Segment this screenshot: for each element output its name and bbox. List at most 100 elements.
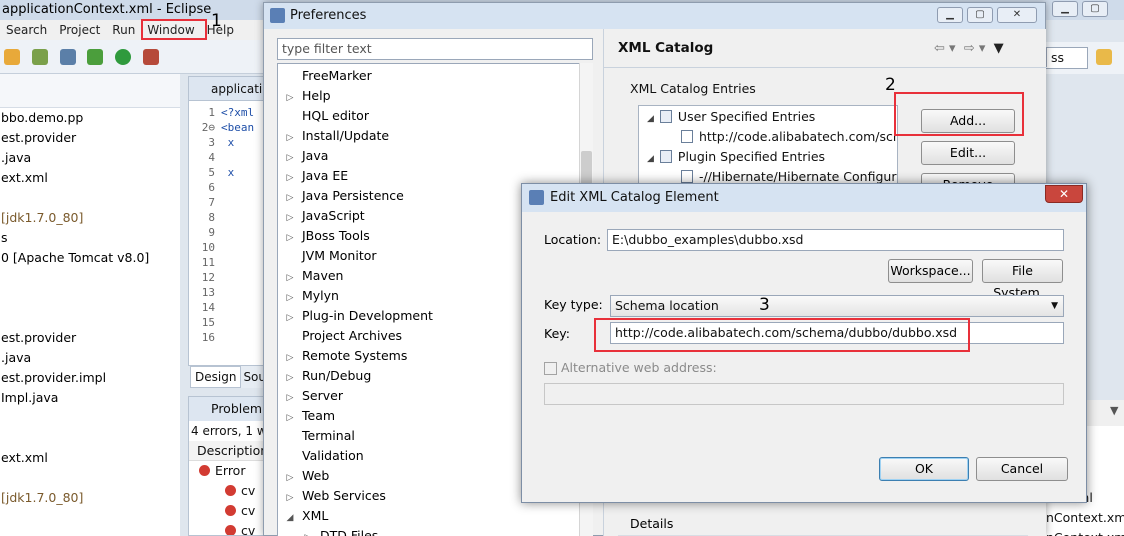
project-tree-item[interactable]: est.provider xyxy=(0,128,180,148)
problems-tab[interactable]: Problem xyxy=(189,397,267,421)
expand-arrow-icon[interactable]: ▷ xyxy=(278,288,302,308)
project-tree-item[interactable] xyxy=(0,468,180,488)
project-tree-item[interactable]: [jdk1.7.0_80] xyxy=(0,488,180,508)
alternative-address-checkbox[interactable] xyxy=(544,362,557,375)
catalog-entry[interactable]: ◢ User Specified Entries xyxy=(639,107,897,127)
catalog-entry[interactable]: http://code.alibabatech.com/schema xyxy=(639,127,897,147)
editor-tab[interactable]: applicati xyxy=(189,77,267,101)
preferences-tree-item[interactable]: ◢ XML xyxy=(278,506,592,526)
editor-line[interactable]: 10 xyxy=(189,240,267,255)
editor-line[interactable]: 7 xyxy=(189,195,267,210)
expand-arrow-icon[interactable]: ▷ xyxy=(278,148,302,168)
edit-dialog-close-icon[interactable]: ✕ xyxy=(1045,185,1083,203)
cancel-button[interactable]: Cancel xyxy=(976,457,1068,481)
workspace-button[interactable]: Workspace... xyxy=(888,259,973,283)
expand-arrow-icon[interactable]: ▷ xyxy=(278,408,302,428)
expand-arrow-icon[interactable]: ▷ xyxy=(278,188,302,208)
expand-arrow-icon[interactable]: ▷ xyxy=(278,228,302,248)
editor-line[interactable]: 5 x xyxy=(189,165,267,180)
project-tree-item[interactable]: est.provider.impl xyxy=(0,368,180,388)
menu-run[interactable]: Run xyxy=(106,20,141,40)
preferences-close-icon[interactable]: ✕ xyxy=(997,7,1037,23)
catalog-entry[interactable]: ◢ Plugin Specified Entries xyxy=(639,147,897,167)
editor-line[interactable]: 6 xyxy=(189,180,267,195)
page-menu-icon[interactable]: ▼ xyxy=(994,41,1004,56)
preferences-tree-item[interactable]: ▷DTD Files xyxy=(278,526,592,536)
menu-search[interactable]: Search xyxy=(0,20,53,40)
preferences-tree-item[interactable]: FreeMarker xyxy=(278,66,592,86)
editor-line[interactable]: 16 xyxy=(189,330,267,345)
editor-line[interactable]: 2⊖ <bean xyxy=(189,120,267,135)
editor-line[interactable]: 4 xyxy=(189,150,267,165)
editor-line[interactable]: 11 xyxy=(189,255,267,270)
forward-arrow-icon[interactable]: ⇨ ▾ xyxy=(964,41,986,56)
navigator-item[interactable]: nContext.xml xyxy=(1046,528,1124,536)
editor-line[interactable]: 13 xyxy=(189,285,267,300)
navigator-item[interactable]: nContext.xml xyxy=(1046,508,1124,528)
project-tree-item[interactable] xyxy=(0,308,180,328)
expand-arrow-icon[interactable]: ▷ xyxy=(278,468,302,488)
eclipse-minimize-icon[interactable]: ▁ xyxy=(1052,1,1078,17)
perspective-icon[interactable] xyxy=(1096,49,1112,65)
preferences-maximize-icon[interactable]: ▢ xyxy=(967,7,993,23)
problem-row[interactable]: cv xyxy=(189,481,267,501)
preferences-tree-item[interactable]: HQL editor xyxy=(278,106,592,126)
expand-arrow-icon[interactable]: ▷ xyxy=(278,388,302,408)
toolbar-run-icon[interactable] xyxy=(115,49,132,65)
expand-arrow-icon[interactable]: ▷ xyxy=(278,168,302,188)
editor-line[interactable]: 8 xyxy=(189,210,267,225)
project-tree-item[interactable]: est.provider xyxy=(0,328,180,348)
project-tree-item[interactable]: ext.xml xyxy=(0,168,180,188)
editor-line[interactable]: 3 x xyxy=(189,135,267,150)
view-menu-icon[interactable]: ▼ xyxy=(1110,404,1118,417)
alternative-address-input[interactable] xyxy=(544,383,1064,405)
ok-button[interactable]: OK xyxy=(879,457,969,481)
toolbar-external-tools-icon[interactable] xyxy=(143,49,160,65)
menu-project[interactable]: Project xyxy=(53,20,106,40)
project-tree-item[interactable]: .java xyxy=(0,348,180,368)
key-type-select[interactable]: Schema location ▼ xyxy=(610,295,1064,317)
collapse-arrow-icon[interactable]: ◢ xyxy=(647,114,654,124)
project-tree-item[interactable]: [jdk1.7.0_80] xyxy=(0,208,180,228)
problem-row[interactable]: Error xyxy=(189,461,267,481)
preferences-minimize-icon[interactable]: ▁ xyxy=(937,7,963,23)
preferences-filter-input[interactable]: type filter text xyxy=(277,38,593,60)
preferences-tree-item[interactable]: ▷ Install/Update xyxy=(278,126,592,146)
editor-line[interactable]: 12 xyxy=(189,270,267,285)
project-tree-item[interactable] xyxy=(0,188,180,208)
problem-row[interactable]: cv xyxy=(189,521,267,535)
expand-arrow-icon[interactable]: ▷ xyxy=(296,528,320,536)
editor-line[interactable]: 14 xyxy=(189,300,267,315)
expand-arrow-icon[interactable]: ◢ xyxy=(278,508,302,528)
collapse-arrow-icon[interactable]: ◢ xyxy=(647,154,654,164)
eclipse-maximize-icon[interactable]: ▢ xyxy=(1082,1,1108,17)
expand-arrow-icon[interactable]: ▷ xyxy=(278,488,302,508)
expand-arrow-icon[interactable]: ▷ xyxy=(278,348,302,368)
editor-line[interactable]: 1 <?xml xyxy=(189,105,267,120)
toolbar-bug-icon[interactable] xyxy=(87,49,104,65)
location-input[interactable]: E:\dubbo_examples\dubbo.xsd xyxy=(607,229,1064,251)
quick-access-input[interactable]: ss xyxy=(1046,47,1088,69)
expand-arrow-icon[interactable]: ▷ xyxy=(278,128,302,148)
expand-arrow-icon[interactable]: ▷ xyxy=(278,208,302,228)
project-tree-item[interactable]: ext.xml xyxy=(0,448,180,468)
project-tree-item[interactable] xyxy=(0,408,180,428)
toolbar-skip-icon[interactable] xyxy=(59,49,76,65)
editor-line[interactable]: 15 xyxy=(189,315,267,330)
back-arrow-icon[interactable]: ⇦ ▾ xyxy=(934,41,956,56)
preferences-tree-item[interactable]: ▷ Help xyxy=(278,86,592,106)
expand-arrow-icon[interactable]: ▷ xyxy=(278,88,302,108)
problems-description-header[interactable]: Description xyxy=(189,441,267,461)
expand-arrow-icon[interactable]: ▷ xyxy=(278,268,302,288)
expand-arrow-icon[interactable]: ▷ xyxy=(278,308,302,328)
project-tree-item[interactable] xyxy=(0,428,180,448)
project-tree-item[interactable]: bbo.demo.pp xyxy=(0,108,180,128)
toolbar-debug-icon[interactable] xyxy=(31,49,48,65)
editor-line[interactable]: 9 xyxy=(189,225,267,240)
file-system-button[interactable]: File System... xyxy=(982,259,1063,300)
project-tree-item[interactable]: s xyxy=(0,228,180,248)
project-tree-item[interactable] xyxy=(0,288,180,308)
edit-button[interactable]: Edit... xyxy=(921,141,1015,165)
toolbar-save-icon[interactable] xyxy=(4,49,20,65)
project-tree-item[interactable] xyxy=(0,268,180,288)
